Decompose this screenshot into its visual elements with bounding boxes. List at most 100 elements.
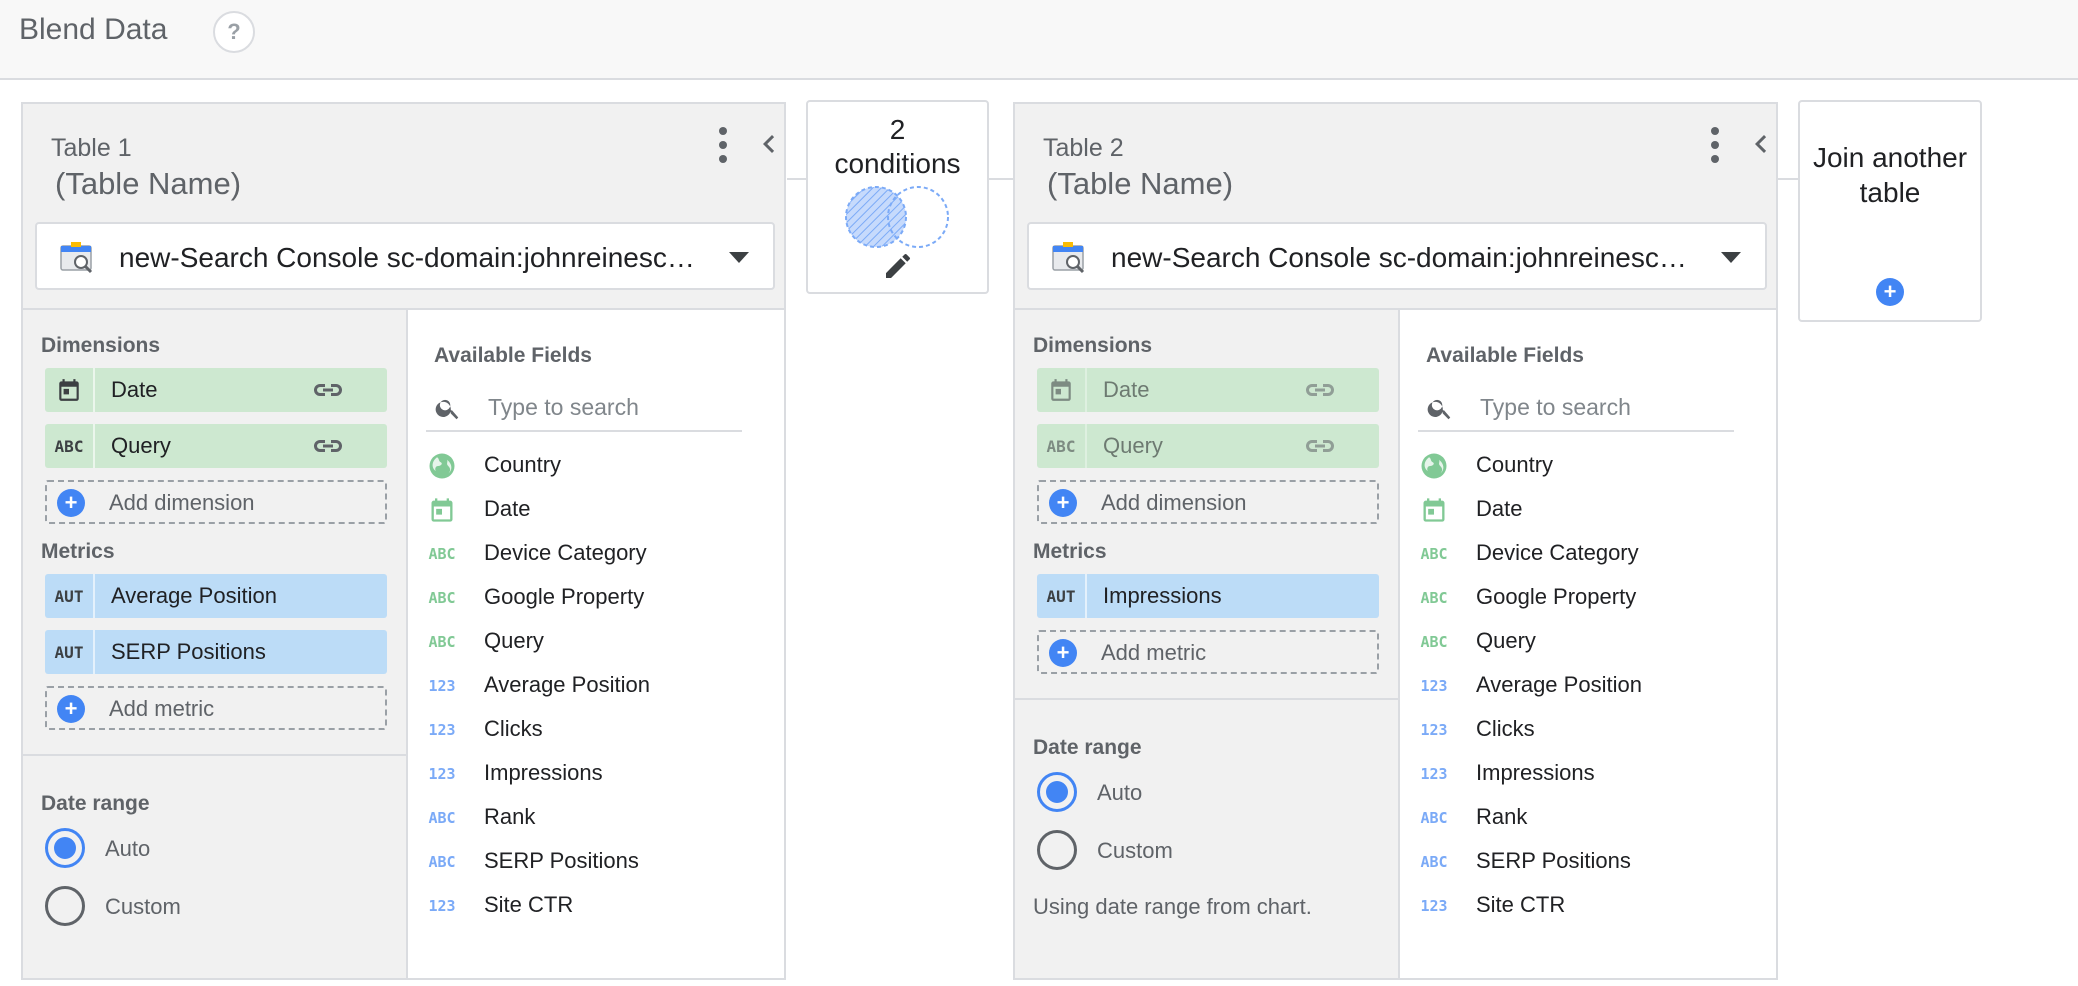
table-config-column: Dimensions Date ABC Query + Add dimensio…: [1015, 308, 1398, 978]
search-console-icon: [1052, 242, 1085, 274]
dimension-chip[interactable]: ABC Query: [1037, 424, 1379, 468]
chevron-down-icon[interactable]: [1721, 252, 1741, 263]
field-item[interactable]: ABC Device Category: [426, 534, 766, 574]
field-search-input[interactable]: Type to search: [426, 388, 742, 432]
date-range-auto-radio[interactable]: [45, 828, 85, 868]
field-label: Impressions: [484, 760, 603, 785]
plus-icon: +: [57, 695, 85, 723]
field-item[interactable]: Date: [426, 490, 766, 530]
metric-chip[interactable]: AUT SERP Positions: [45, 630, 387, 674]
field-item[interactable]: ABC SERP Positions: [1418, 842, 1758, 882]
add-dimension-button[interactable]: + Add dimension: [1037, 480, 1379, 524]
field-item[interactable]: Country: [1418, 446, 1758, 486]
data-source-name: new-Search Console sc-domain:johnreinesc…: [119, 242, 709, 273]
field-item[interactable]: ABC Google Property: [426, 578, 766, 618]
join-connector-line: [989, 178, 1013, 180]
chevron-left-icon[interactable]: [1743, 126, 1778, 162]
calendar-icon: [45, 368, 95, 412]
field-item[interactable]: 123 Site CTR: [1418, 886, 1758, 926]
dimension-label: Query: [111, 433, 171, 458]
search-icon: [435, 399, 459, 420]
available-fields-column: Available Fields Type to search Country …: [406, 308, 784, 978]
top-bar: Blend Data ?: [0, 0, 2078, 80]
number-type-icon: 123: [1420, 897, 1448, 915]
field-label: Date: [484, 496, 531, 521]
field-label: Date: [1476, 496, 1523, 521]
data-source-name: new-Search Console sc-domain:johnreinesc…: [1111, 242, 1701, 273]
field-item[interactable]: 123 Impressions: [1418, 754, 1758, 794]
add-metric-button[interactable]: + Add metric: [1037, 630, 1379, 674]
field-label: Google Property: [484, 584, 645, 609]
field-item[interactable]: 123 Site CTR: [426, 886, 766, 926]
dimension-chip[interactable]: Date: [45, 368, 387, 412]
text-type-icon: ABC: [428, 589, 456, 607]
metrics-heading: Metrics: [1033, 540, 1107, 563]
field-item[interactable]: 123 Clicks: [1418, 710, 1758, 750]
link-icon: [1306, 384, 1334, 396]
dimension-chip[interactable]: Date: [1037, 368, 1379, 412]
field-search-input[interactable]: Type to search: [1418, 388, 1734, 432]
field-label: SERP Positions: [1476, 848, 1631, 873]
table-name[interactable]: (Table Name): [1047, 166, 1233, 202]
edit-pencil-icon: [886, 254, 910, 278]
number-type-icon: 123: [1420, 721, 1448, 739]
table-1-panel: Table 1 (Table Name) new-Search Console …: [21, 102, 786, 980]
aggregation-icon: AUT: [45, 630, 95, 674]
date-range-custom-radio[interactable]: [45, 886, 85, 926]
available-fields-column: Available Fields Type to search Country …: [1398, 308, 1776, 978]
radio-label: Custom: [105, 894, 181, 919]
text-type-icon: ABC: [1037, 424, 1087, 468]
field-item[interactable]: ABC Google Property: [1418, 578, 1758, 618]
plus-icon: +: [57, 489, 85, 517]
text-type-icon: ABC: [1420, 633, 1448, 651]
text-type-icon: ABC: [428, 809, 456, 827]
field-item[interactable]: ABC Device Category: [1418, 534, 1758, 574]
radio-label: Auto: [1097, 780, 1143, 805]
table-name[interactable]: (Table Name): [55, 166, 241, 202]
link-icon: [314, 440, 342, 452]
divider: [23, 754, 406, 756]
metrics-heading: Metrics: [41, 540, 115, 563]
date-range-custom-radio[interactable]: [1037, 830, 1077, 870]
chevron-left-icon[interactable]: [751, 126, 786, 162]
dimension-label: Query: [1103, 433, 1163, 458]
field-item[interactable]: Country: [426, 446, 766, 486]
field-item[interactable]: ABC Query: [426, 622, 766, 662]
dimension-chip[interactable]: ABC Query: [45, 424, 387, 468]
plus-icon: +: [1049, 639, 1077, 667]
add-metric-button[interactable]: + Add metric: [45, 686, 387, 730]
join-another-table-button[interactable]: Join another table +: [1798, 100, 1982, 322]
table-label: Table 1: [51, 134, 132, 162]
search-console-icon: [60, 242, 93, 274]
available-fields-heading: Available Fields: [1426, 344, 1584, 367]
more-options-icon[interactable]: [711, 124, 735, 166]
more-options-icon[interactable]: [1703, 124, 1727, 166]
field-item[interactable]: ABC Rank: [1418, 798, 1758, 838]
date-range-auto-radio[interactable]: [1037, 772, 1077, 812]
field-label: Clicks: [484, 716, 543, 741]
field-item[interactable]: 123 Clicks: [426, 710, 766, 750]
field-label: Device Category: [484, 540, 647, 565]
field-item[interactable]: ABC Query: [1418, 622, 1758, 662]
data-source-select[interactable]: new-Search Console sc-domain:johnreinesc…: [1027, 222, 1767, 290]
text-type-icon: ABC: [45, 424, 95, 468]
join-conditions-button[interactable]: 2 conditions: [806, 100, 989, 294]
field-label: Device Category: [1476, 540, 1639, 565]
chevron-down-icon[interactable]: [729, 252, 749, 263]
help-icon[interactable]: ?: [213, 11, 255, 53]
field-item[interactable]: 123 Average Position: [1418, 666, 1758, 706]
metric-chip[interactable]: AUT Average Position: [45, 574, 387, 618]
divider: [1015, 698, 1398, 700]
field-label: Average Position: [1476, 672, 1642, 697]
field-item[interactable]: ABC SERP Positions: [426, 842, 766, 882]
field-label: Country: [484, 452, 562, 477]
metric-chip[interactable]: AUT Impressions: [1037, 574, 1379, 618]
data-source-select[interactable]: new-Search Console sc-domain:johnreinesc…: [35, 222, 775, 290]
field-item[interactable]: ABC Rank: [426, 798, 766, 838]
join-connector-line: [1778, 178, 1798, 180]
search-placeholder: Type to search: [488, 394, 639, 420]
field-item[interactable]: Date: [1418, 490, 1758, 530]
field-item[interactable]: 123 Impressions: [426, 754, 766, 794]
field-item[interactable]: 123 Average Position: [426, 666, 766, 706]
add-dimension-button[interactable]: + Add dimension: [45, 480, 387, 524]
